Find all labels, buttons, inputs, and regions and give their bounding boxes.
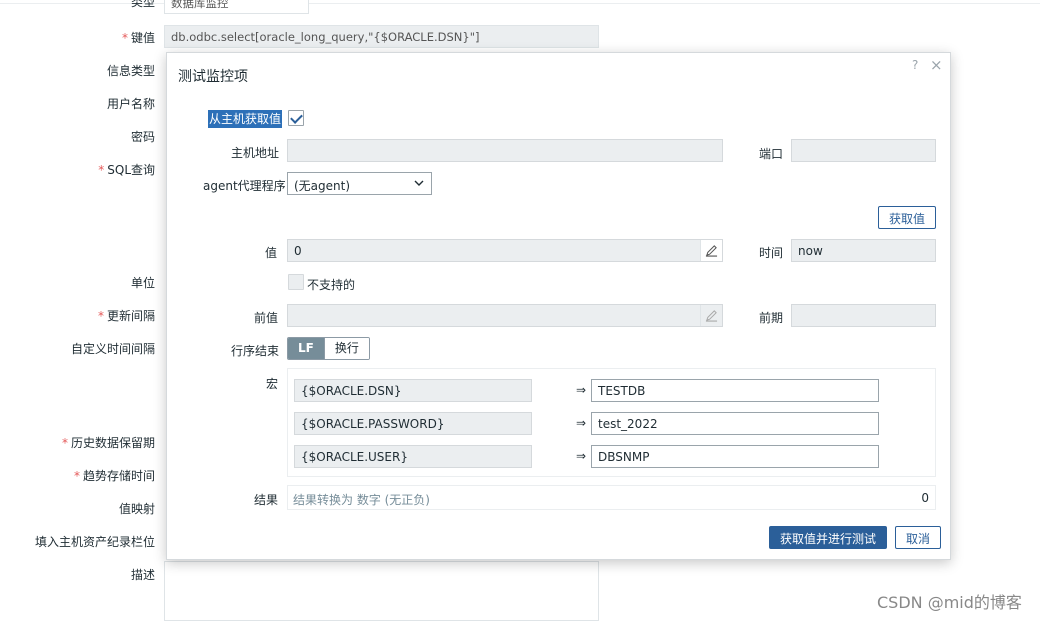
result-label: 结果 <box>254 493 279 507</box>
macro-name: {$ORACLE.USER} <box>294 445 532 468</box>
get-value-button[interactable]: 获取值 <box>878 206 937 229</box>
host-address-label: 主机地址 <box>231 146 280 160</box>
info-type-label: 信息类型 <box>106 64 155 78</box>
get-value-and-test-button[interactable]: 获取值并进行测试 <box>769 526 888 549</box>
arrow-icon: ⇒ <box>576 383 587 397</box>
not-supported-checkbox[interactable] <box>288 274 304 290</box>
pencil-icon <box>705 310 718 322</box>
arrow-icon: ⇒ <box>576 449 587 463</box>
key-field[interactable]: db.odbc.select[oracle_long_query,"{$ORAC… <box>164 25 599 48</box>
eol-option-lf[interactable]: LF <box>288 338 324 359</box>
arrow-icon: ⇒ <box>576 416 587 430</box>
macros-table: {$ORACLE.DSN} ⇒ TESTDB {$ORACLE.PASSWORD… <box>287 368 936 477</box>
host-address-field[interactable] <box>287 139 723 162</box>
prev-value-field[interactable] <box>287 304 723 327</box>
close-icon[interactable]: × <box>930 56 943 74</box>
prev-value-label: 前值 <box>254 311 279 325</box>
macro-name: {$ORACLE.PASSWORD} <box>294 412 532 435</box>
update-interval-label: * 更新间隔 <box>97 309 155 323</box>
get-from-host-checkbox[interactable] <box>288 110 304 126</box>
history-label: * 历史数据保留期 <box>61 436 155 450</box>
custom-interval-label: 自定义时间间隔 <box>70 342 155 356</box>
pencil-icon <box>705 245 718 257</box>
top-divider <box>0 3 1040 4</box>
result-value: 0 <box>921 491 929 505</box>
valuemap-label: 值映射 <box>118 502 155 516</box>
not-supported-label: 不支持的 <box>307 278 356 292</box>
port-label: 端口 <box>759 147 784 161</box>
macro-value-input[interactable]: DBSNMP <box>591 445 879 468</box>
value-edit-button[interactable] <box>700 240 722 261</box>
test-item-dialog: 测试监控项 ? × 从主机获取值 主机地址 端口 agent代理程序 (无age… <box>166 52 951 560</box>
password-label: 密码 <box>130 130 155 144</box>
csdn-watermark: CSDN @mid的博客 <box>877 593 1022 612</box>
macros-label: 宏 <box>266 377 279 391</box>
prev-value-edit-button[interactable] <box>700 305 722 326</box>
eol-label: 行序结束 <box>231 344 280 358</box>
help-icon[interactable]: ? <box>912 58 918 72</box>
eol-option-crlf[interactable]: 换行 <box>323 338 369 359</box>
time-field[interactable]: now <box>791 239 936 262</box>
get-from-host-label: 从主机获取值 <box>208 110 283 128</box>
proxy-label: agent代理程序 <box>203 179 286 193</box>
result-conversion-text: 结果转换为 数字 (无正负) <box>293 493 430 507</box>
dialog-title: 测试监控项 <box>178 69 248 85</box>
port-field[interactable] <box>791 139 936 162</box>
description-label: 描述 <box>130 568 155 582</box>
username-label: 用户名称 <box>106 97 155 111</box>
value-field[interactable]: 0 <box>287 239 723 262</box>
type-label: 类型 <box>130 0 155 9</box>
key-label: * 键值 <box>121 31 155 45</box>
value-label: 值 <box>265 246 278 260</box>
macro-value-input[interactable]: TESTDB <box>591 379 879 402</box>
units-label: 单位 <box>130 276 155 290</box>
trends-label: * 趋势存储时间 <box>73 469 155 483</box>
result-box: 结果转换为 数字 (无正负) 0 <box>287 485 936 510</box>
value-text: 0 <box>294 244 302 258</box>
chevron-down-icon <box>414 180 424 186</box>
prev-time-field[interactable] <box>791 304 936 327</box>
sql-query-label: * SQL查询 <box>98 163 155 177</box>
proxy-select[interactable]: (无agent) <box>287 172 432 195</box>
cancel-button[interactable]: 取消 <box>895 526 942 549</box>
time-label: 时间 <box>759 246 784 260</box>
eol-segmented-control: LF 换行 <box>287 337 370 360</box>
description-textarea[interactable] <box>164 561 599 621</box>
macro-name: {$ORACLE.DSN} <box>294 379 532 402</box>
inventory-label: 填入主机资产纪录栏位 <box>34 535 155 549</box>
proxy-select-value: (无agent) <box>294 179 351 193</box>
type-select[interactable]: 数据库监控 <box>164 0 309 14</box>
macro-value-input[interactable]: test_2022 <box>591 412 879 435</box>
prev-time-label: 前期 <box>759 311 784 325</box>
